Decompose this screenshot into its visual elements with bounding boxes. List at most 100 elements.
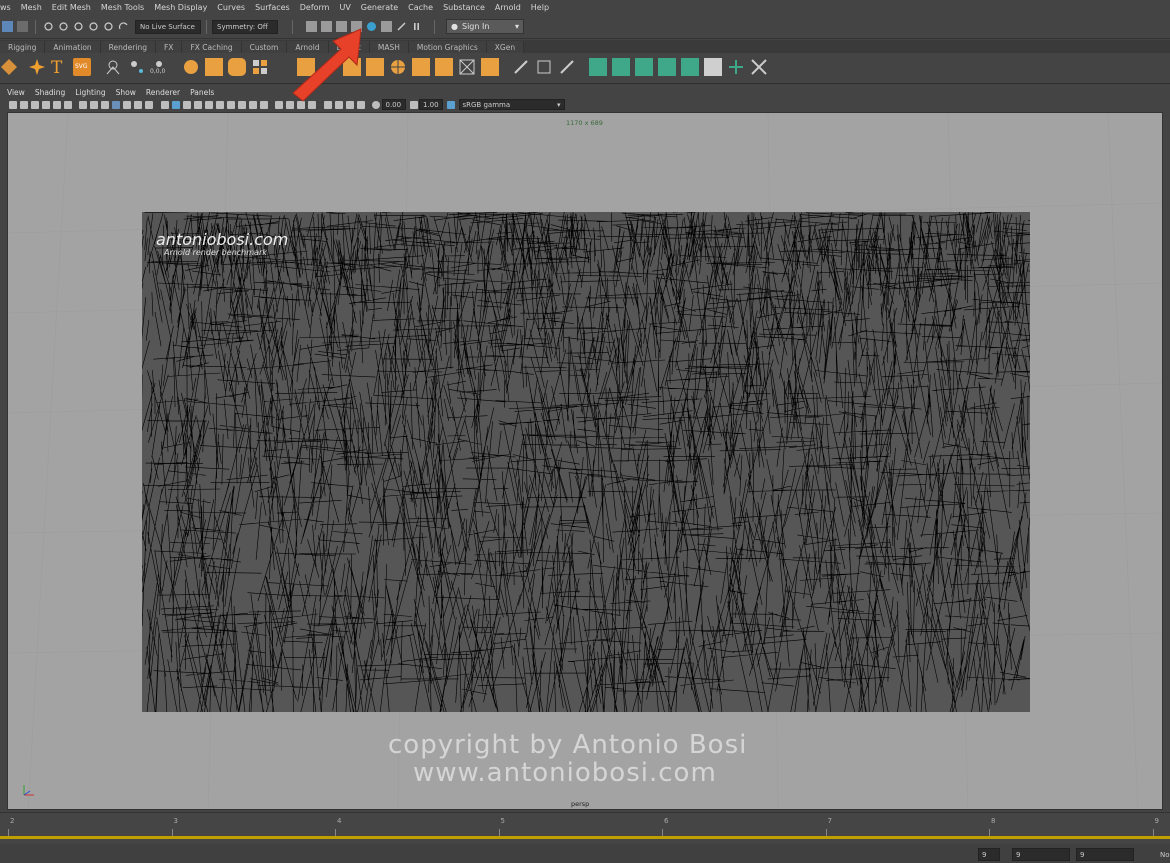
star-light-icon[interactable]: [28, 58, 46, 76]
film-gate-icon[interactable]: [90, 100, 98, 109]
range-end-field[interactable]: 9: [1076, 848, 1134, 861]
menu-substance[interactable]: Substance: [443, 3, 485, 12]
xgen-cut-icon[interactable]: [750, 58, 768, 76]
menu-surfaces[interactable]: Surfaces: [255, 3, 290, 12]
live-surface-field[interactable]: No Live Surface: [135, 19, 201, 34]
panel-menu-lighting[interactable]: Lighting: [75, 88, 105, 97]
sphere-icon[interactable]: [0, 58, 18, 76]
textured-icon[interactable]: [204, 100, 213, 109]
snap-surface-icon[interactable]: [103, 21, 114, 32]
gamma-field[interactable]: 1.00: [419, 99, 443, 110]
menu-mesh-display[interactable]: Mesh Display: [154, 3, 207, 12]
select-mode-icon[interactable]: [2, 21, 13, 32]
exposure-icon[interactable]: [372, 100, 380, 109]
range-start-field[interactable]: 9: [1012, 848, 1070, 861]
panel-menu-renderer[interactable]: Renderer: [146, 88, 180, 97]
shelf-tab-mash[interactable]: MASH: [369, 41, 409, 53]
safe-title-icon[interactable]: [145, 100, 153, 109]
panel-menu-shading[interactable]: Shading: [35, 88, 65, 97]
xgen-create-icon[interactable]: [612, 58, 630, 76]
color-space-dropdown[interactable]: sRGB gamma ▾: [458, 99, 565, 110]
snap-curve-icon[interactable]: [58, 21, 69, 32]
menu-mesh[interactable]: Mesh: [21, 3, 42, 12]
current-frame-field[interactable]: 9: [978, 848, 1000, 861]
curve-tool-icon[interactable]: [182, 58, 200, 76]
cube-mesh-icon[interactable]: [205, 58, 223, 76]
gamma-icon[interactable]: [409, 100, 418, 109]
sphere-wire-icon[interactable]: [389, 58, 407, 76]
menu-uv[interactable]: UV: [339, 3, 350, 12]
xray-icon[interactable]: [193, 100, 202, 109]
make-live-icon[interactable]: [118, 21, 129, 32]
safe-action-icon[interactable]: [134, 100, 142, 109]
viewport-persp[interactable]: 1170 x 689 antoniobosi.com Arnold render…: [7, 112, 1163, 810]
camera-attributes-icon[interactable]: [19, 100, 28, 109]
menu-deform[interactable]: Deform: [300, 3, 330, 12]
combine-icon[interactable]: [412, 58, 430, 76]
menu-arnold[interactable]: Arnold: [495, 3, 521, 12]
shelf-tab-rigging[interactable]: Rigging: [0, 41, 46, 53]
bridge-icon[interactable]: [366, 58, 384, 76]
arnold-render-icon[interactable]: [396, 21, 407, 32]
use-lights-icon[interactable]: [215, 100, 224, 109]
text-icon[interactable]: T: [51, 58, 69, 78]
sculpt-icon[interactable]: [558, 58, 576, 76]
color-management-icon[interactable]: [447, 100, 455, 109]
separate-icon[interactable]: [435, 58, 453, 76]
bookmark-icon[interactable]: [30, 100, 39, 109]
menu-curves[interactable]: Curves: [217, 3, 245, 12]
menu-help[interactable]: Help: [531, 3, 549, 12]
xgen-primitive-icon[interactable]: [589, 58, 607, 76]
mash-network-icon[interactable]: [104, 58, 122, 76]
mash-distribute-icon[interactable]: [128, 58, 146, 76]
sign-in-button[interactable]: ● Sign In ▾: [446, 19, 524, 34]
ssao-icon[interactable]: [237, 100, 246, 109]
xgen-modifier-icon[interactable]: [681, 58, 699, 76]
field-chart-icon[interactable]: [123, 100, 131, 109]
svg-icon[interactable]: SVG: [73, 58, 91, 76]
shelf-tab-rendering[interactable]: Rendering: [100, 41, 156, 53]
wireframe-icon[interactable]: [160, 100, 169, 109]
panel-menu-show[interactable]: Show: [116, 88, 136, 97]
resolution-gate-icon[interactable]: [101, 100, 109, 109]
image-plane-icon[interactable]: [41, 100, 50, 109]
twod-pan-icon[interactable]: [52, 100, 61, 109]
render-view-icon[interactable]: [381, 21, 392, 32]
menu-ws[interactable]: ws: [0, 3, 11, 12]
shelf-tab-animation[interactable]: Animation: [45, 41, 101, 53]
shadows-icon[interactable]: [226, 100, 235, 109]
cylinder-mesh-icon[interactable]: [228, 58, 246, 76]
snap-view-icon[interactable]: [88, 21, 99, 32]
select-object-icon[interactable]: [17, 21, 28, 32]
grid-mesh-icon[interactable]: [251, 58, 269, 76]
menu-generate[interactable]: Generate: [361, 3, 398, 12]
menu-edit-mesh[interactable]: Edit Mesh: [52, 3, 91, 12]
wireframe-on-shaded-icon[interactable]: [182, 100, 191, 109]
shelf-tab-custom[interactable]: Custom: [241, 41, 288, 53]
xgen-groom-icon[interactable]: [635, 58, 653, 76]
snap-point-icon[interactable]: [73, 21, 84, 32]
xgen-density-icon[interactable]: [704, 58, 722, 76]
pencil-curve-icon[interactable]: [512, 58, 530, 76]
xgen-guide-icon[interactable]: [658, 58, 676, 76]
gate-mask-icon[interactable]: [112, 100, 120, 109]
panel-menu-view[interactable]: View: [7, 88, 25, 97]
motion-blur-icon[interactable]: [248, 100, 257, 109]
panel-menu-panels[interactable]: Panels: [190, 88, 214, 97]
shelf-tab-xgen[interactable]: XGen: [486, 41, 525, 53]
shelf-tab-fx-caching[interactable]: FX Caching: [182, 41, 242, 53]
shelf-tab-fx[interactable]: FX: [155, 41, 183, 53]
grid-toggle-icon[interactable]: [79, 100, 87, 109]
multisample-icon[interactable]: [259, 100, 268, 109]
grease-pencil-icon[interactable]: [63, 100, 72, 109]
uv-coordinate-icon[interactable]: 0,0,0: [150, 58, 168, 76]
bounding-box-icon[interactable]: [535, 58, 553, 76]
soft-select-icon[interactable]: [481, 58, 499, 76]
lattice-icon[interactable]: [458, 58, 476, 76]
xgen-scatter-icon[interactable]: [727, 58, 745, 76]
shelf-tab-motion-graphics[interactable]: Motion Graphics: [408, 41, 487, 53]
symmetry-dropdown[interactable]: Symmetry: Off: [212, 19, 278, 34]
menu-cache[interactable]: Cache: [408, 3, 433, 12]
camera-select-icon[interactable]: [8, 100, 17, 109]
hypershade-icon[interactable]: [366, 21, 377, 32]
